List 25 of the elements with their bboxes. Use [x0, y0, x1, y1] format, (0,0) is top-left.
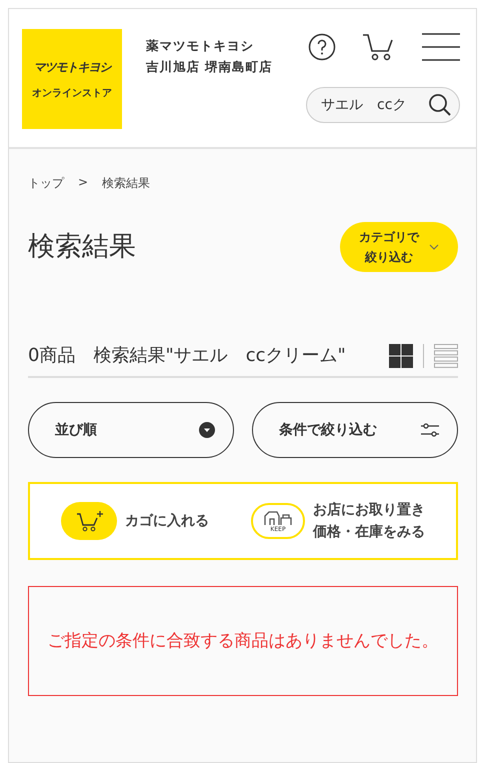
store-name: 薬マツモトキヨシ: [146, 37, 255, 55]
page-title: 検索結果: [28, 230, 136, 264]
sort-dropdown[interactable]: 並び順: [28, 402, 234, 458]
breadcrumb-separator: >: [78, 175, 88, 191]
search-field[interactable]: サエル ccク: [306, 87, 460, 123]
logo-subtitle: オンラインストア: [32, 86, 112, 100]
grid-view-icon[interactable]: [389, 344, 413, 368]
chevron-down-icon: [429, 244, 439, 250]
legend-label: お店にお取り置き 価格・在庫をみる: [313, 500, 425, 542]
menu-icon[interactable]: [422, 33, 460, 61]
breadcrumb-link[interactable]: 検索結果: [102, 175, 150, 192]
sliders-icon: [421, 422, 439, 438]
store-branch: 吉川旭店 堺南島町店: [146, 58, 272, 76]
result-summary: 0商品 検索結果"サエル ccクリーム": [28, 344, 346, 368]
category-filter-button[interactable]: カテゴリで 絞り込む: [340, 222, 458, 272]
logo-brand-text: マツモトキヨシ: [34, 58, 110, 76]
legend-label: カゴに入れる: [125, 512, 209, 531]
search-icon[interactable]: [428, 93, 452, 117]
help-icon[interactable]: [308, 33, 336, 61]
filter-button[interactable]: 条件で絞り込む: [252, 402, 458, 458]
store-logo[interactable]: マツモトキヨシ オンラインストア: [22, 29, 122, 129]
no-results-message: ご指定の条件に合致する商品はありませんでした。: [28, 586, 458, 696]
caret-icon: [199, 422, 215, 438]
cart-add-icon: [61, 502, 117, 540]
breadcrumb-link[interactable]: トップ: [28, 175, 64, 192]
